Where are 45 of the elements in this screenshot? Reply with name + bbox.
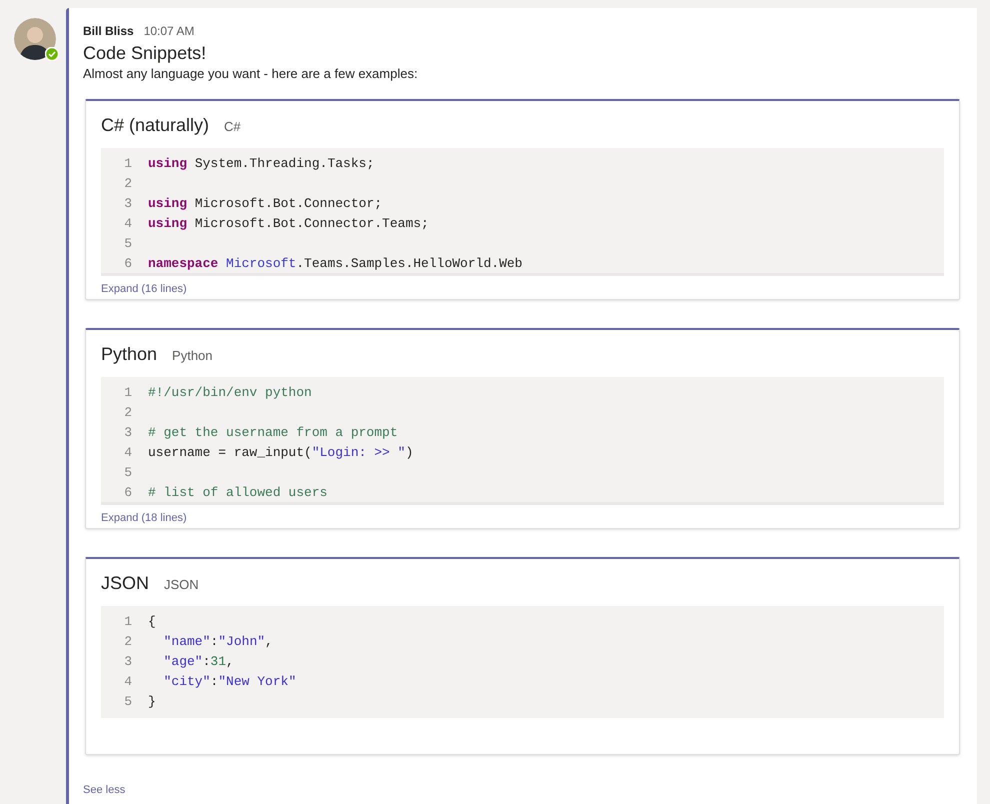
code-line: using System.Threading.Tasks; bbox=[148, 155, 374, 174]
line-number: 3 bbox=[123, 195, 132, 214]
code-line: "age":31, bbox=[162, 653, 234, 672]
code-line: using Microsoft.Bot.Connector.Teams; bbox=[148, 215, 429, 234]
snippet-title: JSON bbox=[101, 572, 150, 595]
line-number: 4 bbox=[123, 215, 132, 234]
code-line: { bbox=[148, 613, 156, 632]
snippet-title: Python bbox=[101, 343, 158, 366]
message-title: Code Snippets! bbox=[83, 42, 208, 65]
line-number: 5 bbox=[123, 464, 132, 482]
line-number: 6 bbox=[123, 484, 132, 502]
author-name: Bill Bliss bbox=[83, 23, 134, 40]
line-number: 5 bbox=[123, 235, 132, 254]
code-line: using Microsoft.Bot.Connector; bbox=[148, 195, 382, 214]
line-number: 2 bbox=[123, 633, 132, 652]
line-number: 1 bbox=[123, 613, 132, 632]
message-text: Almost any language you want - here are a few examples: bbox=[83, 65, 419, 83]
expand-link[interactable]: Expand (16 lines) bbox=[101, 283, 187, 295]
available-status-icon bbox=[45, 47, 59, 61]
message-time: 10:07 AM bbox=[144, 23, 194, 40]
avatar bbox=[14, 18, 56, 60]
snippet-language: C# bbox=[224, 118, 241, 136]
expand-link[interactable]: Expand (18 lines) bbox=[101, 512, 187, 524]
see-less-link[interactable]: See less bbox=[83, 784, 126, 796]
code-line: "name":"John", bbox=[162, 633, 273, 652]
code-line: username = raw_input("Login: >> ") bbox=[148, 444, 414, 462]
line-number: 2 bbox=[123, 404, 132, 422]
line-number: 1 bbox=[123, 384, 132, 402]
line-number: 3 bbox=[123, 653, 132, 672]
snippet-language: Python bbox=[172, 347, 213, 365]
line-number: 2 bbox=[123, 175, 132, 194]
snippet-title: C# (naturally) bbox=[101, 114, 210, 137]
line-number: 5 bbox=[123, 693, 132, 712]
line-number: 4 bbox=[123, 444, 132, 462]
code-line: namespace Microsoft.Teams.Samples.HelloWorld.Web bbox=[148, 255, 522, 273]
code-line: # get the username from a prompt bbox=[148, 424, 398, 442]
line-number: 4 bbox=[123, 673, 132, 692]
code-line: #!/usr/bin/env python bbox=[148, 384, 312, 402]
snippet-language: JSON bbox=[164, 576, 199, 594]
line-number: 1 bbox=[123, 155, 132, 174]
code-line: # list of allowed users bbox=[148, 484, 328, 502]
code-line: } bbox=[148, 693, 156, 712]
line-number: 3 bbox=[123, 424, 132, 442]
code-line: "city":"New York" bbox=[162, 673, 296, 692]
line-number: 6 bbox=[123, 255, 132, 273]
